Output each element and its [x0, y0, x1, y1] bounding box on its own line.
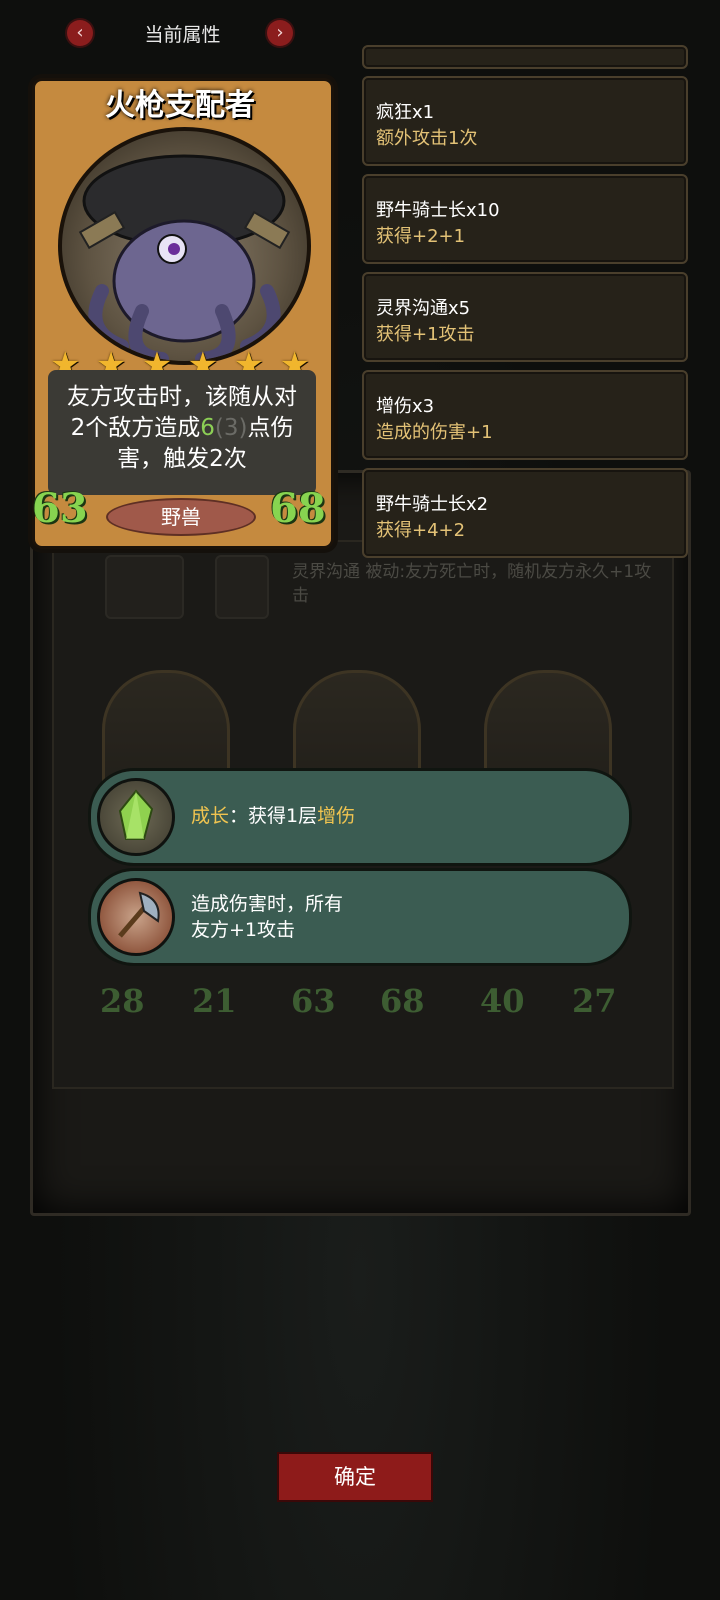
hero-desc-text: 2个敌方造成 [70, 415, 201, 441]
axe-icon [97, 878, 175, 956]
base-damage-value: (3) [214, 415, 248, 441]
hero-desc-line-2: 2个敌方造成6(3)点伤 [48, 413, 316, 444]
hero-description: 友方攻击时，该随从对 2个敌方造成6(3)点伤 害，触发2次 [48, 382, 316, 475]
team-card-2-health: 68 [380, 982, 425, 1020]
page-title: 当前属性 [144, 24, 221, 46]
hidden-card-thumb-2 [215, 555, 269, 619]
buff-item[interactable]: 灵界沟通x5 获得+1攻击 [362, 272, 688, 362]
hero-desc-line-3: 害，触发2次 [117, 446, 247, 472]
buff-item[interactable]: 增伤x3 造成的伤害+1 [362, 370, 688, 460]
buff-effect: 获得+1攻击 [376, 324, 475, 345]
confirm-button[interactable]: 确定 [277, 1452, 433, 1502]
team-card-3-attack: 40 [480, 982, 525, 1020]
hero-desc-text: 点伤 [247, 415, 294, 441]
ability-banner-growth[interactable]: 成长：获得1层增伤 [88, 768, 632, 866]
buff-effect: 造成的伤害+1 [376, 422, 493, 443]
ability-buff-name: 增伤 [317, 805, 356, 827]
buff-title: 野牛骑士长x2 [376, 494, 489, 515]
buff-item[interactable]: 野牛骑士长x10 获得+2+1 [362, 174, 688, 264]
hero-name: 火枪支配者 [105, 88, 255, 123]
octopus-pirate-portrait [58, 127, 311, 365]
ability-line-1: 造成伤害时，所有 [191, 893, 344, 915]
buff-item[interactable]: 野牛骑士长x2 获得+4+2 [362, 468, 688, 558]
ability-text: 造成伤害时，所有 友方+1攻击 [191, 891, 343, 943]
buff-item[interactable]: 疯狂x1 额外攻击1次 [362, 76, 688, 166]
ability-desc: ：获得1层 [229, 805, 318, 827]
buff-effect: 获得+2+1 [376, 226, 466, 247]
team-card-3-health: 27 [572, 982, 617, 1020]
buff-effect: 额外攻击1次 [376, 128, 478, 149]
ability-banner-damage[interactable]: 造成伤害时，所有 友方+1攻击 [88, 868, 632, 966]
hero-desc-line-1: 友方攻击时，该随从对 [67, 384, 297, 410]
buff-title: 疯狂x1 [376, 102, 435, 123]
ability-text: 成长：获得1层增伤 [191, 803, 355, 829]
damage-value: 6 [200, 415, 215, 441]
hero-attack: 63 [32, 485, 88, 532]
team-card-2-attack: 63 [291, 982, 336, 1020]
chevron-left-icon[interactable]: ‹ [67, 20, 93, 46]
team-card-1-health: 21 [192, 982, 237, 1020]
buff-title: 灵界沟通x5 [376, 298, 471, 319]
chevron-right-icon[interactable]: › [267, 20, 293, 46]
background-skill-text: 灵界沟通 被动:友方死亡时，随机友方永久+1攻击 [292, 562, 652, 606]
buff-item-partial [362, 45, 688, 69]
green-crystal-icon [97, 778, 175, 856]
team-card-1-attack: 28 [100, 982, 145, 1020]
ability-keyword: 成长 [191, 805, 230, 827]
buff-title: 野牛骑士长x10 [376, 200, 500, 221]
hero-health: 68 [270, 485, 326, 532]
buff-title: 增伤x3 [376, 396, 435, 417]
buff-effect: 获得+4+2 [376, 520, 466, 541]
hidden-card-thumb-1 [105, 555, 184, 619]
ability-line-2: 友方+1攻击 [191, 919, 296, 941]
tribe-badge: 野兽 [106, 498, 256, 536]
